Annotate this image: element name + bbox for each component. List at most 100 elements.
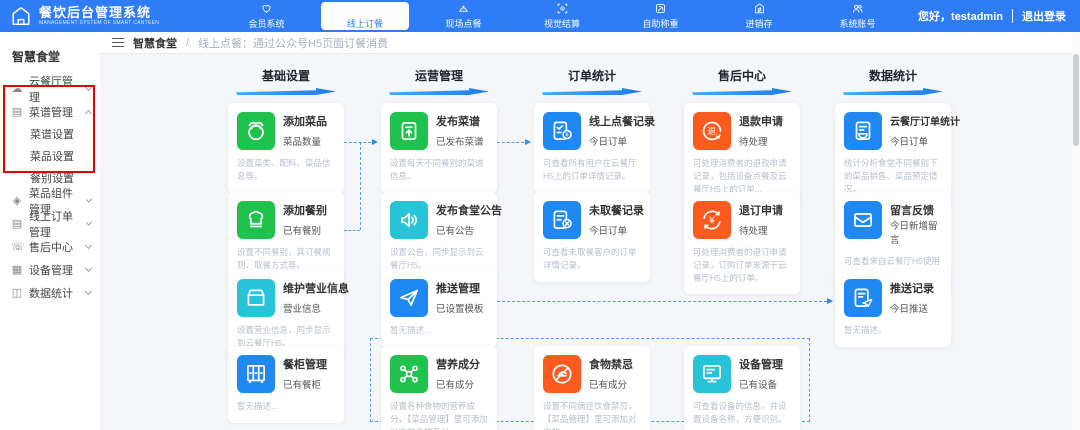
- doc-send-icon: [844, 279, 882, 317]
- header-arrow-icon: [843, 88, 943, 95]
- card-title: 留言反馈: [890, 205, 934, 217]
- card-description: 暂无描述...: [390, 325, 432, 335]
- sidebar-item-menu-management[interactable]: ▤ 菜谱管理: [0, 100, 100, 123]
- card-device-management[interactable]: 设备管理 已有设备 可查看设备的信息，并设置设备名称，方便识别。: [684, 346, 800, 430]
- nav-label: 进销存: [745, 19, 773, 29]
- sidebar-item-data-stats[interactable]: ◫ 数据统计: [0, 281, 100, 304]
- device-icon: ▦: [11, 264, 23, 276]
- card-subtitle: 已有餐柜: [283, 380, 322, 391]
- aftersales-icon: ☏: [11, 241, 25, 253]
- envelope-icon: [844, 201, 882, 239]
- card-subtitle: 今日订单: [589, 226, 628, 237]
- column-header-label: 运营管理: [414, 69, 463, 83]
- card-title: 未取餐记录: [589, 205, 644, 217]
- column-header-label: 数据统计: [868, 69, 917, 83]
- card-title: 退款申请: [739, 116, 783, 128]
- card-subtitle: 已有餐别: [283, 226, 322, 237]
- breadcrumb-root[interactable]: 智慧食堂: [133, 35, 177, 51]
- card-cabinet-management[interactable]: 餐柜管理 已有餐柜 暂无描述...: [228, 346, 344, 423]
- hamburger-icon[interactable]: [112, 38, 124, 47]
- card-subtitle: 已有公告: [436, 226, 475, 237]
- nav-vision-checkout[interactable]: 视觉结算: [518, 0, 606, 32]
- card-subtitle: 今日订单: [890, 137, 929, 148]
- molecule-icon: [390, 355, 428, 393]
- card-title: 设备管理: [739, 359, 783, 371]
- sidebar-item-label: 云餐厅管理: [29, 75, 73, 104]
- card-publish-menu[interactable]: 发布菜谱 已发布菜谱 设置每天不同餐别的菜谱信息。: [381, 103, 497, 193]
- column-header-aftersales: 售后中心: [684, 67, 800, 95]
- card-add-meal-type[interactable]: 添加餐别 已有餐别 设置不同餐别，其订餐规则、取餐方式等。: [228, 192, 344, 282]
- order-list-icon: ▤: [11, 218, 23, 230]
- card-push-management[interactable]: 推送管理 已设置模板 暂无描述...: [381, 270, 497, 347]
- nav-inventory[interactable]: 进销存: [715, 0, 803, 32]
- card-description: 设置菜类、配料、菜品信息等。: [237, 158, 331, 181]
- card-description: 统计分析食堂不同餐别下的菜品销售、菜品预定情况。: [844, 158, 938, 194]
- top-bar: 餐饮后台管理系统 MANAGEMENT SYSTEM OF SMART CANT…: [0, 0, 1080, 32]
- card-title: 发布食堂公告: [436, 205, 502, 217]
- card-description: 可查看所有用户在云餐厅H5上的订单详情记录。: [543, 158, 637, 181]
- card-description: 设置各种食物的营养成分，【菜品管理】里可添加对应的食物及分...: [390, 401, 488, 430]
- card-description: 暂无描述。: [844, 325, 887, 335]
- nav-member-system[interactable]: 会员系统: [223, 0, 311, 32]
- card-canteen-notice[interactable]: 发布食堂公告 已有公告 设置公告，同步显示到云餐厅H5。: [381, 192, 502, 282]
- divider: [1012, 9, 1013, 23]
- card-cloud-order-stats[interactable]: 云餐厅订单统计 今日订单 统计分析食堂不同餐别下的菜品销售、菜品预定情况。: [835, 103, 960, 206]
- user-box: 您好，testadmin 退出登录: [912, 0, 1080, 32]
- card-unsubscribe-request[interactable]: 退订申请 待处理 可处理消费者的退订申请记录，订购订单来源于云餐厅H5上的订单。: [684, 192, 800, 295]
- header-arrow-icon: [236, 88, 336, 95]
- nav-system-account[interactable]: 系统账号: [814, 0, 902, 32]
- card-nutrition[interactable]: 营养成分 已有成分 设置各种食物的营养成分，【菜品管理】里可添加对应的食物及分.…: [381, 346, 497, 430]
- chef-hat-icon: [237, 201, 275, 239]
- inventory-icon: [753, 2, 766, 15]
- doc-bowl-icon: [844, 112, 882, 150]
- sidebar-item-label: 售后中心: [29, 241, 73, 254]
- sidebar-item-aftersales[interactable]: ☏ 售后中心: [0, 235, 100, 258]
- sidebar-item-cloud-restaurant[interactable]: ☁ 云餐厅管理: [0, 76, 100, 104]
- vertical-scrollbar[interactable]: [1072, 32, 1080, 430]
- card-push-records[interactable]: 推送记录 今日推送 暂无描述。: [835, 270, 951, 347]
- card-title: 发布菜谱: [436, 116, 480, 128]
- card-description: 设置不同餐别，其订餐规则、取餐方式等。: [237, 247, 331, 270]
- header-arrow-icon: [692, 88, 792, 95]
- no-food-icon: [543, 355, 581, 393]
- connector-arrowhead: [525, 138, 534, 145]
- card-subtitle: 今日推送: [890, 304, 929, 315]
- veg-icon: [237, 112, 275, 150]
- connector-line: [360, 142, 361, 230]
- nav-onsite-ordering[interactable]: 现场点餐: [420, 0, 508, 32]
- sidebar-item-device-management[interactable]: ▦ 设备管理: [0, 258, 100, 281]
- nav-online-ordering[interactable]: 线上订餐: [321, 2, 409, 30]
- card-food-taboo[interactable]: 食物禁忌 已有成分 设置不同病症饮食禁忌，【菜品管理】里可添加对应的。: [534, 346, 650, 430]
- card-title: 推送记录: [890, 283, 934, 295]
- card-online-order-records[interactable]: 线上点餐记录 今日订单 可查看所有用户在云餐厅H5上的订单详情记录。: [534, 103, 655, 193]
- nav-label: 系统账号: [839, 19, 876, 29]
- card-subtitle: 待处理: [739, 137, 768, 148]
- breadcrumb-current: 线上点餐：通过公众号H5页面订餐消费: [198, 37, 389, 50]
- card-unclaimed-meals[interactable]: 未取餐记录 今日订单 可查看未取餐客户的订单详情记录。: [534, 192, 650, 282]
- card-title: 餐柜管理: [283, 359, 327, 371]
- nav-self-weighing[interactable]: 自助称重: [617, 0, 705, 32]
- card-title: 维护营业信息: [283, 283, 349, 295]
- card-subtitle: 已有设备: [739, 380, 778, 391]
- column-header-operations: 运营管理: [381, 67, 497, 95]
- card-refund-request[interactable]: 退款申请 待处理 可处理消费者的退款申请记录，包括设备点餐及云餐厅H5上的订单.…: [684, 103, 800, 206]
- card-title: 营养成分: [436, 359, 480, 371]
- chevron-down-icon: [85, 219, 93, 226]
- column-header-label: 售后中心: [717, 69, 766, 83]
- connector-line: [497, 301, 827, 302]
- sidebar-item-online-orders[interactable]: ▤ 线上订单管理: [0, 211, 100, 239]
- breadcrumb: 智慧食堂 / 线上点餐：通过公众号H5页面订餐消费: [100, 32, 1080, 54]
- card-add-dish[interactable]: 添加菜品 菜品数量 设置菜类、配料、菜品信息等。: [228, 103, 344, 193]
- logout-button[interactable]: 退出登录: [1022, 8, 1066, 24]
- stats-icon: ◫: [11, 287, 23, 299]
- sidebar-subitem-dish-settings[interactable]: 菜品设置: [0, 145, 100, 167]
- card-subtitle: 营业信息: [283, 304, 322, 315]
- scrollbar-thumb[interactable]: [1073, 54, 1079, 146]
- sidebar-subitem-recipe-settings[interactable]: 菜谱设置: [0, 123, 100, 145]
- connector-line: [344, 230, 360, 231]
- order-check-icon: [543, 112, 581, 150]
- top-nav: 会员系统 线上订餐 现场点餐 视觉结算 自助称重 进销存 系统账号: [212, 0, 912, 32]
- chevron-up-icon: [84, 109, 93, 117]
- nav-label: 会员系统: [248, 19, 285, 29]
- sidebar-item-label: 线上订单管理: [29, 210, 73, 239]
